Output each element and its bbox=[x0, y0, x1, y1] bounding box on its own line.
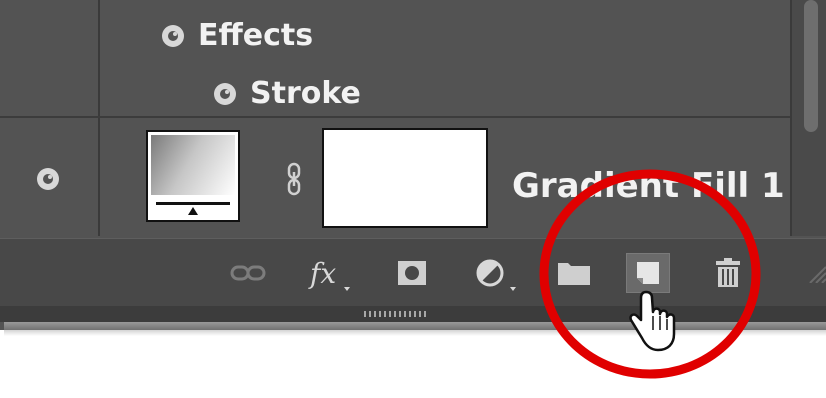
visibility-column bbox=[0, 0, 100, 236]
stroke-label: Stroke bbox=[250, 76, 361, 111]
layer-mask-thumbnail[interactable] bbox=[322, 128, 488, 228]
hand-pointer-cursor-icon bbox=[629, 290, 676, 352]
gradient-preview bbox=[151, 135, 235, 195]
add-layer-mask-button[interactable] bbox=[390, 253, 434, 293]
layer-style-button[interactable]: fx bbox=[306, 253, 356, 293]
resize-grip-icon[interactable] bbox=[806, 263, 826, 283]
eye-icon[interactable] bbox=[160, 23, 186, 49]
effects-label: Effects bbox=[198, 18, 314, 53]
half-circle-icon bbox=[476, 259, 516, 291]
new-fill-adjustment-layer-button[interactable] bbox=[470, 253, 520, 293]
svg-text:fx: fx bbox=[308, 257, 336, 290]
layer-visibility-eye-icon[interactable] bbox=[35, 166, 61, 192]
row-divider bbox=[0, 116, 826, 118]
fx-icon: fx bbox=[308, 257, 350, 291]
chain-link-icon[interactable] bbox=[286, 162, 302, 196]
link-layers-button[interactable] bbox=[226, 253, 270, 293]
scrollbar-thumb[interactable] bbox=[804, 0, 818, 132]
gradient-bar bbox=[156, 202, 230, 205]
vertical-scrollbar[interactable] bbox=[790, 0, 826, 236]
gradient-stop-marker bbox=[188, 207, 198, 215]
eye-icon[interactable] bbox=[212, 81, 238, 107]
panel-resize-grip[interactable] bbox=[364, 311, 428, 317]
gradient-fill-thumbnail[interactable] bbox=[146, 130, 240, 222]
mask-icon bbox=[398, 261, 426, 285]
link-icon bbox=[230, 265, 266, 281]
effects-row[interactable]: Effects bbox=[160, 18, 313, 53]
stroke-effect-row[interactable]: Stroke bbox=[212, 76, 361, 111]
